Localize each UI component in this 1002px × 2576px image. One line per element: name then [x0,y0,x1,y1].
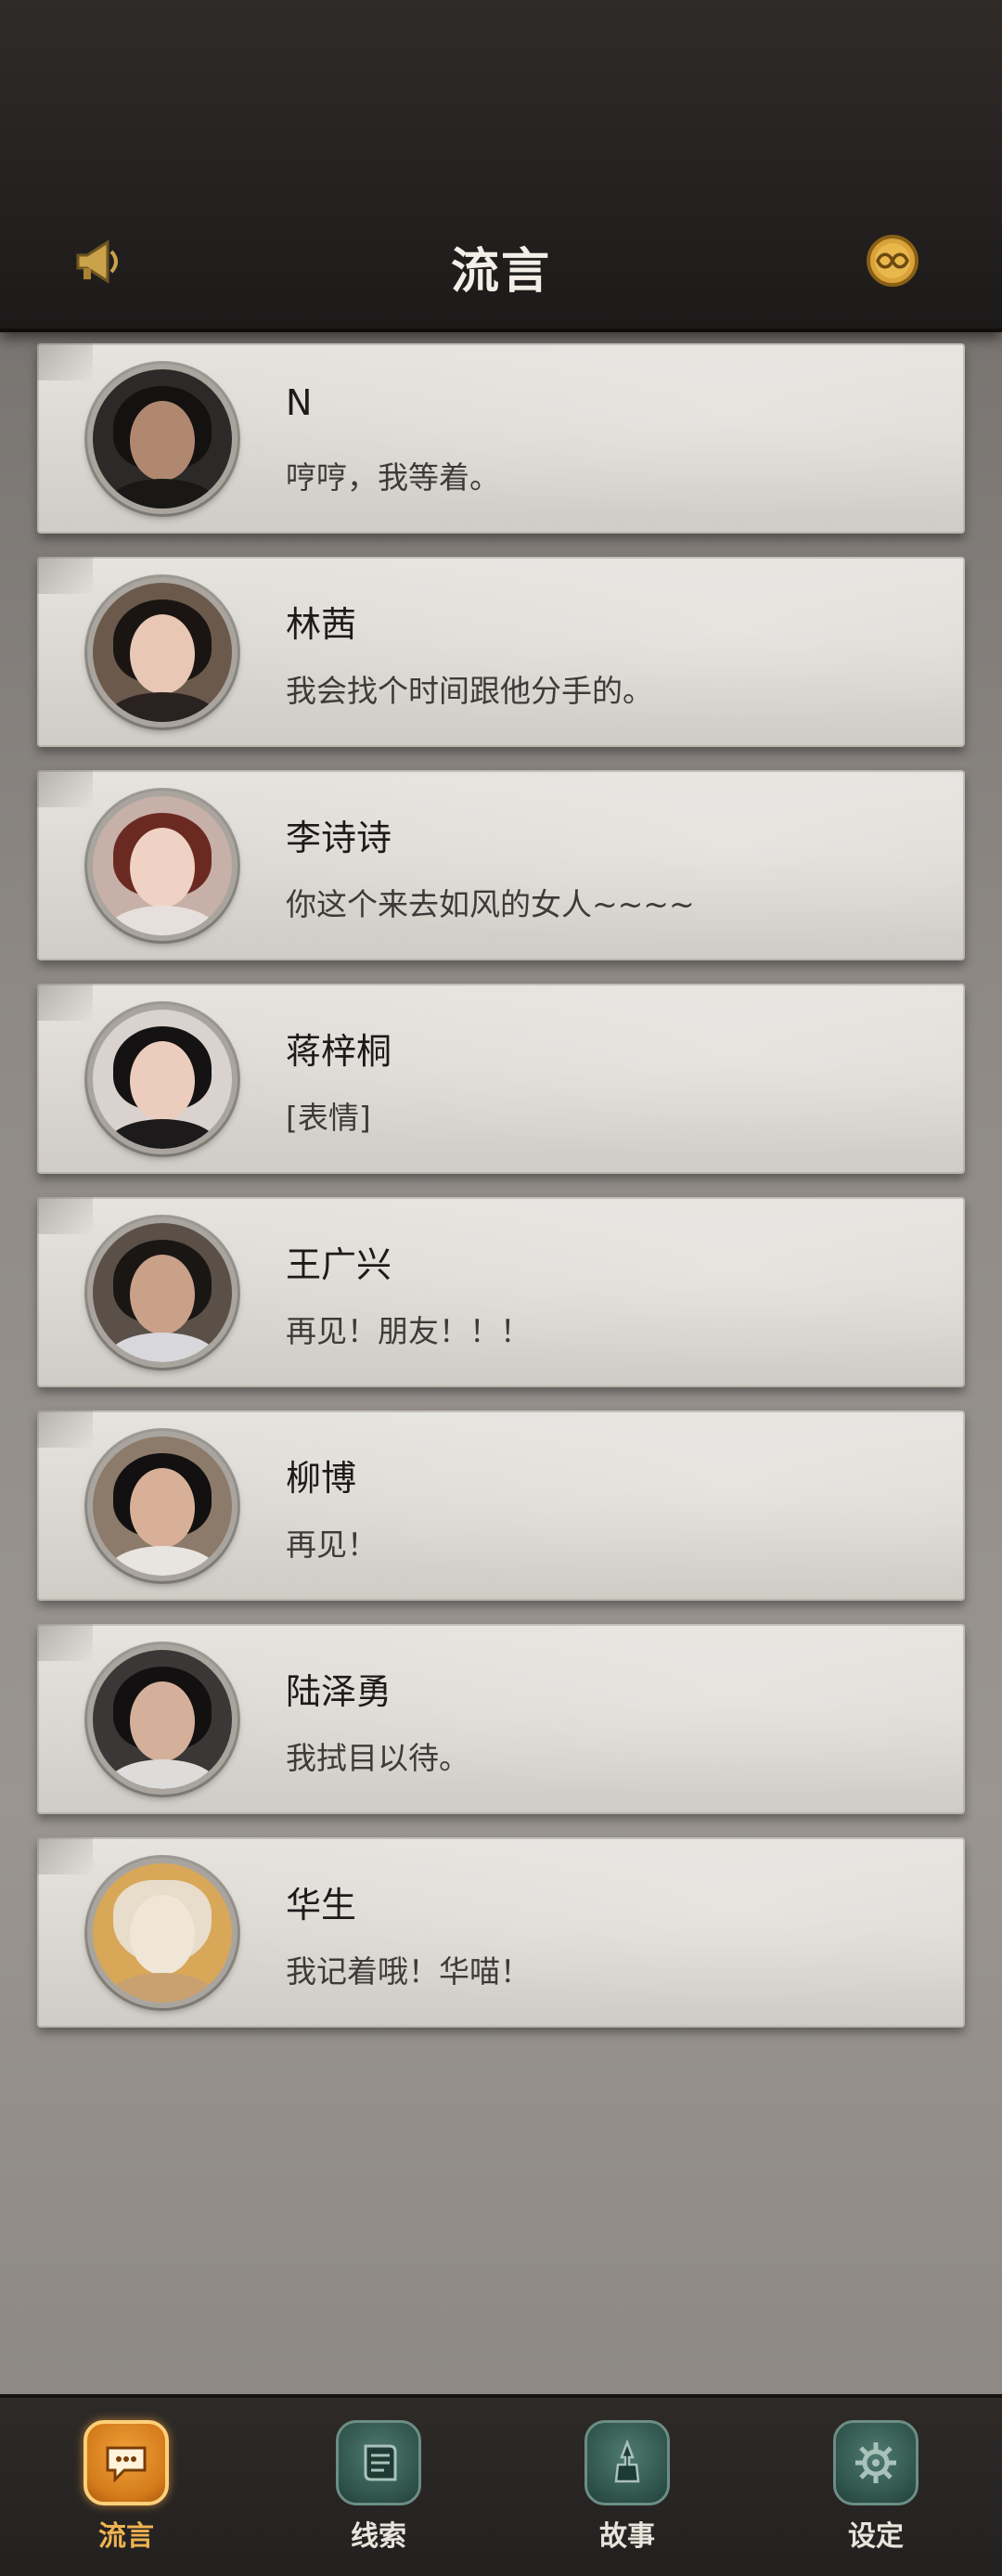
conversation-item[interactable]: N 哼哼，我等着。 [37,343,965,534]
avatar [87,791,238,941]
gear-icon [833,2420,918,2505]
tab-label: 线索 [351,2520,406,2553]
contact-name: 柳博 [286,1458,357,1499]
chat-bubble-icon [84,2420,169,2505]
avatar [87,364,238,514]
last-message: [表情] [286,1100,371,1136]
infinity-coin-icon [867,235,918,287]
last-message: 再见！ [286,1526,378,1563]
conversation-item[interactable]: 陆泽勇 我拭目以待。 [37,1624,965,1814]
contact-name: 李诗诗 [286,818,392,858]
scroll-icon [336,2420,421,2505]
last-message: 你这个来去如风的女人~~~~ [286,886,695,922]
contact-name: N [286,382,313,423]
contact-name: 华生 [286,1885,357,1926]
avatar [87,1644,238,1795]
conversation-item[interactable]: 王广兴 再见！朋友！！！ [37,1197,965,1387]
tab-rumors[interactable]: 流言 [61,2420,191,2569]
tab-label: 设定 [848,2520,904,2553]
page-title: 流言 [450,243,551,300]
tab-stories[interactable]: 故事 [562,2420,692,2569]
last-message: 我记着哦！华喵！ [286,1953,531,1990]
last-message: 我拭目以待。 [286,1740,469,1776]
contact-name: 林茜 [286,604,357,645]
last-message: 再见！朋友！！！ [286,1313,531,1349]
conversation-item[interactable]: 林茜 我会找个时间跟他分手的。 [37,557,965,747]
conversation-item[interactable]: 柳博 再见！ [37,1410,965,1601]
avatar [87,1431,238,1581]
last-message: 我会找个时间跟他分手的。 [286,673,653,709]
infinity-coin-button[interactable] [859,227,926,294]
tower-icon [584,2420,670,2505]
contact-name: 王广兴 [286,1244,392,1285]
last-message: 哼哼，我等着。 [286,459,500,496]
avatar [87,1217,238,1368]
conversation-item[interactable]: 蒋梓桐 [表情] [37,984,965,1174]
tab-settings[interactable]: 设定 [811,2420,941,2569]
avatar [87,1004,238,1154]
avatar [87,1858,238,2008]
contact-name: 蒋梓桐 [286,1031,392,1072]
tab-label: 流言 [98,2520,154,2553]
conversation-item[interactable]: 李诗诗 你这个来去如风的女人~~~~ [37,770,965,960]
top-header: 流言 [0,0,1002,332]
avatar [87,577,238,728]
bottom-tab-bar: 流言 线索 故事 设定 [0,2394,1002,2576]
tab-clues[interactable]: 线索 [314,2420,443,2569]
conversation-item[interactable]: 华生 我记着哦！华喵！ [37,1837,965,2028]
contact-name: 陆泽勇 [286,1671,392,1712]
tab-label: 故事 [599,2520,655,2553]
